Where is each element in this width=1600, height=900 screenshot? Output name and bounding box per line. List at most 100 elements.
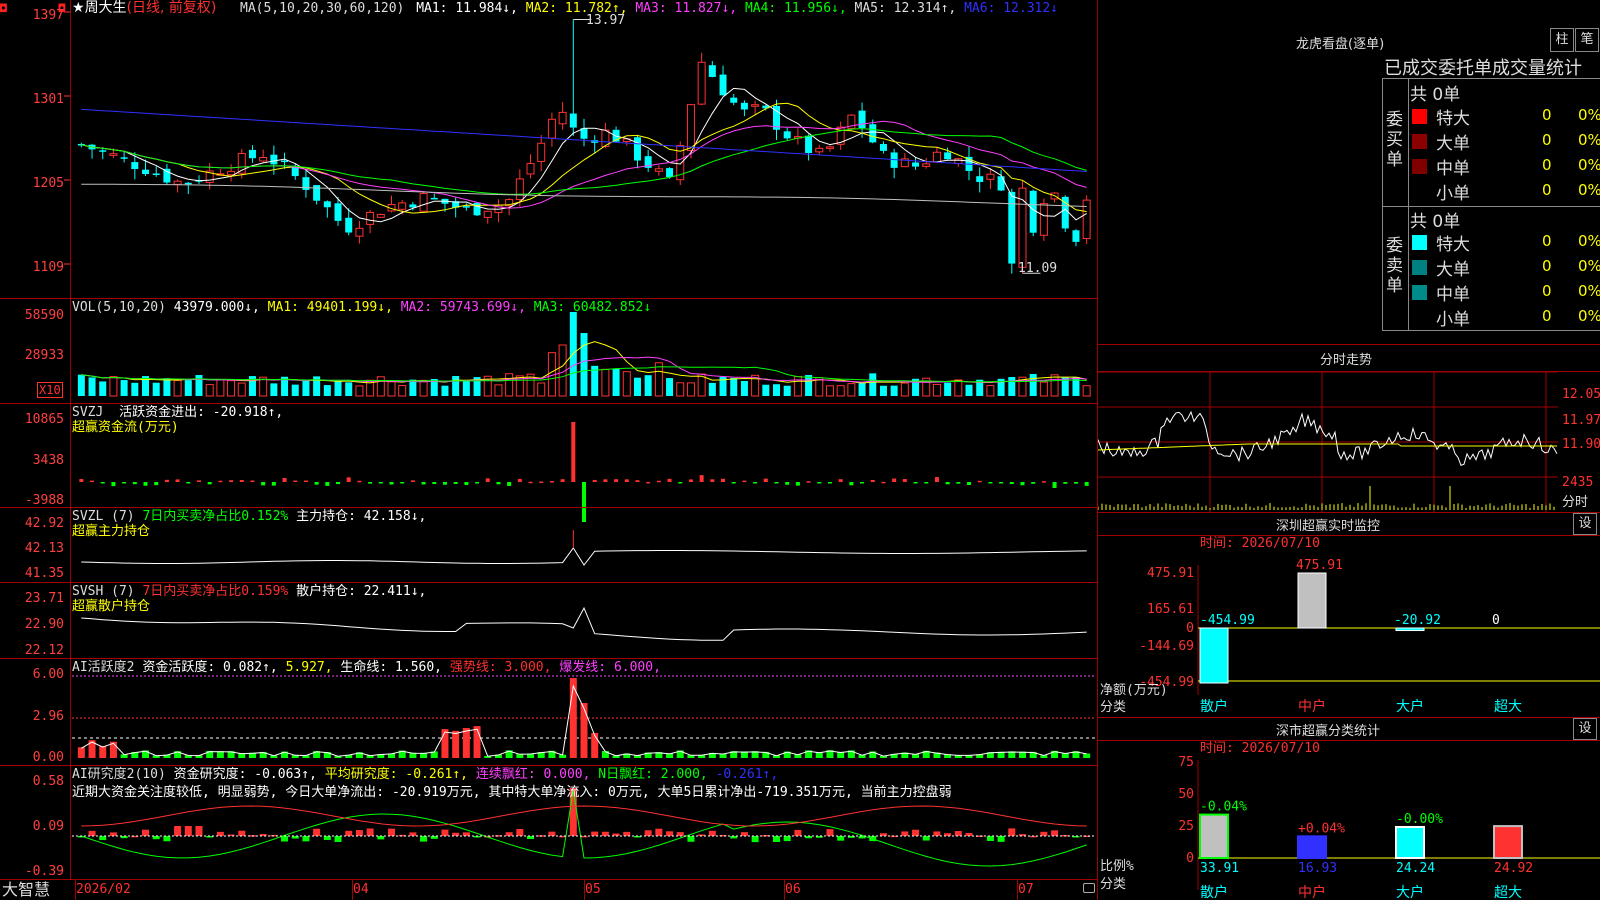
volume-bar [580, 333, 588, 396]
order-size-label: 小单 [1436, 184, 1470, 204]
research-bar [184, 826, 192, 836]
candle-body [291, 167, 299, 177]
volume-bar [783, 385, 791, 396]
lock-icon[interactable] [1083, 883, 1095, 893]
candle-body [259, 156, 268, 162]
candle-body [248, 149, 256, 159]
fund-flow-bar [154, 482, 159, 486]
research-bar [163, 836, 171, 842]
volume-bar [944, 382, 952, 396]
candle-body [547, 118, 556, 139]
research-line [81, 789, 1087, 867]
fund-flow-bar [614, 479, 619, 482]
sz-monitor-settings-button[interactable]: 设 [1573, 513, 1597, 535]
fund-flow-bar [763, 478, 768, 482]
order-size-label: 大单 [1436, 134, 1470, 154]
volume-bar [184, 380, 192, 396]
candle-body [376, 213, 385, 218]
research-bar [195, 826, 203, 836]
fund-flow-bar [571, 422, 576, 482]
fund-flow-bar [507, 482, 512, 486]
period-mode[interactable]: (日线, 前复权) [127, 0, 217, 16]
research-bar [794, 829, 802, 836]
candle-body [708, 65, 716, 77]
stats-category-label: 散户 [1200, 884, 1228, 900]
volume-bar [334, 380, 342, 396]
candle-body [997, 176, 1005, 191]
fund-flow-bar [186, 482, 191, 484]
candle-body [869, 124, 877, 143]
svsh-label: SVSH (7) [72, 584, 135, 599]
candle-body [569, 113, 577, 128]
stock-title: ★周大生(日线, 前复权) [72, 0, 216, 16]
fund-flow-bar [838, 479, 843, 482]
candle-body [537, 142, 546, 162]
candle-body [515, 178, 524, 201]
svzj-value: 活跃资金进出: -20.918↑, [119, 405, 284, 420]
candle-body [1039, 203, 1048, 236]
volume-bar [1029, 373, 1037, 396]
fund-flow-bar [79, 479, 84, 482]
fund-flow-bar [164, 479, 169, 482]
ma5-line [81, 183, 1087, 207]
monitor-bar [1199, 627, 1229, 684]
fund-flow-bar [239, 479, 244, 482]
research-bar [355, 830, 363, 836]
sz-stats-settings-button[interactable]: 设 [1573, 718, 1597, 740]
candle-body [740, 102, 748, 110]
column-view-button[interactable]: 柱 [1550, 28, 1574, 52]
svsh-header: SVSH (7) 7日内买卖净占比0.159% 散户持仓: 22.411↓, [72, 584, 426, 600]
volume-bar [986, 385, 995, 397]
candle-body [633, 137, 641, 161]
fund-flow-bar [1041, 481, 1046, 483]
ma1-value: MA1: 11.984↓, [416, 1, 518, 16]
ai1-axis-label: 2.96 [32, 709, 64, 724]
fund-flow-bar [774, 482, 779, 484]
volume-bar [601, 368, 610, 397]
candle-body [719, 74, 727, 96]
favorite-star-icon[interactable]: ★ [72, 0, 85, 16]
sz-monitor-chart[interactable]: 475.91165.610-144.69-454.99净额(万元)分类-454.… [1098, 535, 1600, 715]
intraday-chart[interactable]: 12.05 11.97 11.90 2435 分时 [1098, 372, 1600, 512]
ma6-value: MA6: 12.312↓ [964, 1, 1059, 16]
stats-bar-delta: -0.00% [1396, 812, 1443, 827]
sz-stats-top-line [1098, 717, 1600, 718]
fund-flow-bar [464, 482, 469, 485]
fund-flow-bar [860, 482, 865, 484]
fund-flow-bar [870, 479, 875, 482]
research-bar [516, 828, 524, 836]
research-bar [986, 836, 994, 841]
research-bar [623, 831, 631, 836]
candle-body [345, 217, 353, 233]
stats-legend-label: 比例% [1100, 859, 1134, 874]
order-percent: 0% [1578, 232, 1600, 250]
order-count: 0 [1542, 307, 1552, 325]
stats-axis-label: 50 [1178, 787, 1194, 802]
activity-bar [591, 733, 599, 758]
candle-body [879, 144, 887, 151]
vol-value: 43979.000↓, [173, 300, 260, 315]
order-color-swatch [1412, 159, 1427, 174]
svzj-header: SVZJ 活跃资金进出: -20.918↑, [72, 405, 283, 421]
candle-body [666, 168, 674, 178]
brand-logo[interactable]: 大智慧 [2, 880, 50, 900]
volume-bar [216, 379, 225, 397]
candle-body [99, 150, 107, 152]
volume-bar [376, 376, 385, 397]
fund-flow-bar [1009, 482, 1014, 485]
research-bar [1040, 831, 1048, 836]
fund-flow-bar [827, 482, 832, 484]
volume-bar [462, 380, 470, 396]
research-bar [601, 831, 609, 836]
fund-flow-bar [218, 480, 223, 483]
volume-bar [345, 382, 353, 396]
fund-flow-bar [849, 482, 854, 486]
fund-flow-bar [902, 478, 907, 482]
order-color-swatch [1412, 260, 1427, 275]
sz-stats-chart[interactable]: 75 50 25 0 比例% 分类 33.91 -0.04% 16.93 +0.04% 24.24 -… [1098, 740, 1600, 900]
volume-bar [836, 385, 845, 397]
intraday-title: 分时走势 [1320, 353, 1373, 368]
volume-bar [825, 385, 834, 397]
intraday-footer-label: 分时 [1562, 495, 1588, 510]
tick-view-button[interactable]: 笔 [1575, 28, 1599, 52]
